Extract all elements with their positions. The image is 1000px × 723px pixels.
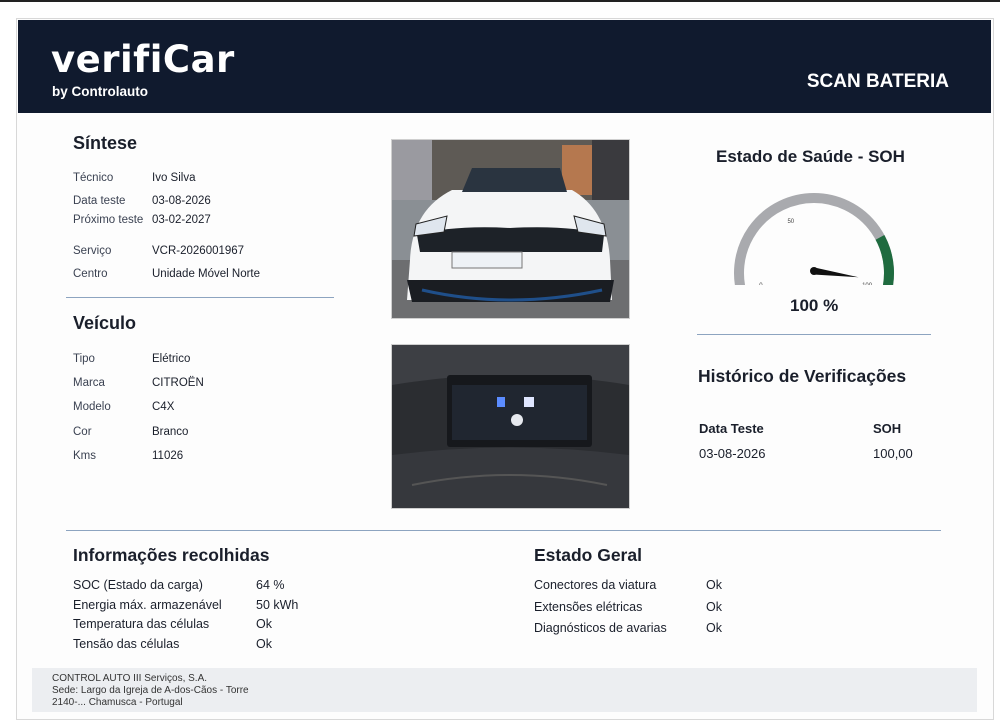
soh-title: Estado de Saúde - SOH (716, 147, 905, 166)
report-type-title: SCAN BATERIA (806, 71, 949, 92)
historico-col-data: Data Teste (699, 421, 764, 436)
proximo-teste-label: Próximo teste (73, 214, 144, 226)
top-border (0, 0, 1000, 2)
centro-label: Centro (73, 268, 108, 280)
data-teste-label: Data teste (73, 195, 126, 207)
servico-label: Serviço (73, 245, 112, 257)
centro-value: Unidade Móvel Norte (152, 268, 261, 280)
temperatura-value: Ok (256, 617, 272, 631)
report-header: verifiCar by Controlauto SCAN BATERIA (18, 20, 991, 113)
modelo-value: C4X (152, 401, 175, 413)
marca-value: CITROËN (152, 377, 204, 389)
dashboard-image (392, 345, 629, 508)
brand-subtitle: by Controlauto (52, 84, 148, 99)
soh-divider (697, 334, 931, 335)
report-footer: CONTROL AUTO III Serviços, S.A. Sede: La… (32, 668, 977, 712)
brand-logo: verifiCar (51, 38, 235, 81)
tensao-label: Tensão das células (73, 637, 180, 651)
tecnico-value: Ivo Silva (152, 172, 196, 184)
soc-value: 64 % (256, 578, 285, 592)
energia-label: Energia máx. armazenável (73, 598, 222, 612)
gauge-hub (810, 267, 818, 275)
dashboard-photo (391, 344, 630, 509)
diagnosticos-value: Ok (706, 621, 722, 635)
conectores-label: Conectores da viatura (534, 578, 657, 592)
informacoes-title: Informações recolhidas (73, 545, 270, 565)
soc-label: SOC (Estado da carga) (73, 578, 203, 592)
estado-geral-title: Estado Geral (534, 545, 642, 565)
sintese-divider (66, 297, 334, 298)
modelo-label: Modelo (73, 401, 111, 413)
tensao-value: Ok (256, 637, 272, 651)
marca-label: Marca (73, 377, 105, 389)
gauge-tick-max: 100 (862, 283, 873, 285)
energia-value: 50 kWh (256, 598, 299, 612)
kms-value: 11026 (152, 450, 184, 462)
kms-label: Kms (73, 450, 96, 462)
car-front-photo (391, 139, 630, 319)
gauge-tick-mid: 50 (787, 219, 794, 225)
historico-row-date: 03-08-2026 (699, 446, 766, 461)
tecnico-label: Técnico (73, 172, 114, 184)
sintese-title: Síntese (73, 133, 138, 153)
soh-gauge: 0 50 100 (734, 193, 894, 285)
diagnosticos-label: Diagnósticos de avarias (534, 621, 667, 635)
footer-company: CONTROL AUTO III Serviços, S.A. (52, 673, 208, 684)
footer-address: Sede: Largo da Igreja de A-dos-Cãos - To… (52, 685, 249, 696)
car-front-image (392, 140, 629, 318)
gauge-needle (813, 267, 859, 278)
conectores-value: Ok (706, 578, 722, 592)
section-divider (66, 530, 941, 531)
temperatura-label: Temperatura das células (73, 617, 210, 631)
extensoes-value: Ok (706, 600, 722, 614)
cor-value: Branco (152, 426, 189, 438)
servico-value: VCR-2026001967 (152, 245, 245, 257)
veiculo-title: Veículo (73, 313, 137, 333)
cor-label: Cor (73, 426, 92, 438)
gauge-good-zone (875, 234, 894, 285)
footer-postal: 2140-... Chamusca - Portugal (52, 697, 183, 708)
gauge-tick-min: 0 (759, 283, 763, 285)
tipo-label: Tipo (73, 353, 95, 365)
historico-title: Histórico de Verificações (698, 366, 907, 386)
soh-value: 100 % (790, 296, 839, 315)
proximo-teste-value: 03-02-2027 (152, 214, 211, 226)
tipo-value: Elétrico (152, 353, 191, 365)
historico-row-soh: 100,00 (873, 446, 913, 461)
extensoes-label: Extensões elétricas (534, 600, 643, 614)
historico-col-soh: SOH (873, 421, 902, 436)
data-teste-value: 03-08-2026 (152, 195, 211, 207)
